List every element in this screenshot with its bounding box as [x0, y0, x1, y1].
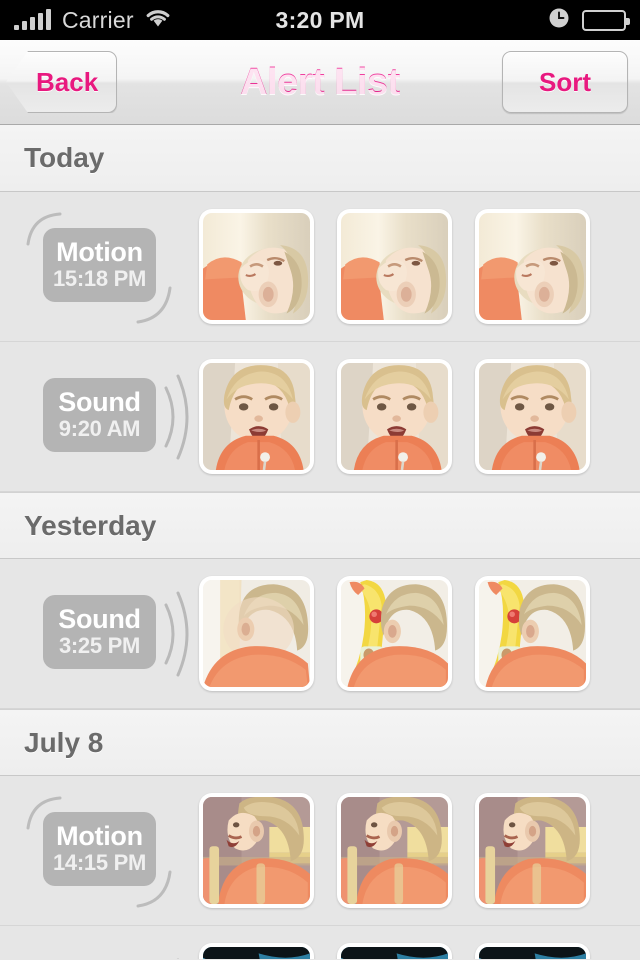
thumbnail-image — [203, 947, 310, 959]
thumbnail-image — [203, 580, 310, 687]
alert-time-label: 15:18 PM — [53, 265, 146, 291]
section-header-label: Today — [24, 142, 105, 173]
thumbnail-image — [203, 213, 310, 320]
alert-row[interactable]: Motion 14:15 PM — [0, 776, 640, 926]
alert-thumbnail[interactable] — [475, 209, 590, 324]
alert-thumbnail[interactable] — [337, 359, 452, 474]
alert-time-label: 9:20 AM — [58, 415, 141, 441]
status-bar: Carrier 3:20 PM — [0, 0, 640, 40]
alert-thumbnail-strip — [199, 359, 590, 474]
section-header-july-8: July 8 — [0, 709, 640, 776]
alert-thumbnail[interactable] — [475, 359, 590, 474]
alert-type-label: Motion — [56, 821, 143, 852]
alert-thumbnail[interactable] — [199, 209, 314, 324]
alert-thumbnail-strip — [199, 793, 590, 908]
alert-type-indicator: Sound — [0, 926, 199, 959]
app-screen: Carrier 3:20 PM Back Alert List Sort Tod… — [0, 0, 640, 960]
alert-type-indicator: Sound 3:25 PM — [0, 559, 199, 708]
status-bar-right — [548, 7, 630, 34]
alert-type-label: Motion — [56, 237, 143, 268]
alert-thumbnail[interactable] — [337, 576, 452, 691]
thumbnail-image — [341, 213, 448, 320]
thumbnail-image — [341, 797, 448, 904]
alert-thumbnail[interactable] — [337, 943, 452, 959]
navigation-bar: Back Alert List Sort — [0, 40, 640, 125]
alert-badge: Sound 9:20 AM — [43, 377, 156, 452]
thumbnail-image — [203, 363, 310, 470]
back-button-label: Back — [36, 66, 99, 97]
alert-badge: Motion 14:15 PM — [43, 811, 156, 886]
thumbnail-image — [341, 947, 448, 959]
alert-type-label: Sound — [58, 604, 141, 635]
thumbnail-image — [479, 947, 586, 959]
sort-button[interactable]: Sort — [502, 51, 628, 113]
alert-type-label: Sound — [58, 387, 141, 418]
carrier-label: Carrier — [62, 6, 134, 33]
alert-thumbnail[interactable] — [337, 793, 452, 908]
alert-row[interactable]: Sound 9:20 AM — [0, 342, 640, 492]
alert-type-indicator: Motion 14:15 PM — [0, 776, 199, 925]
alert-thumbnail[interactable] — [475, 943, 590, 959]
thumbnail-image — [203, 797, 310, 904]
status-bar-left: Carrier — [14, 8, 171, 33]
wifi-icon — [145, 8, 171, 33]
alert-thumbnail[interactable] — [199, 793, 314, 908]
alert-thumbnail-strip — [199, 576, 590, 691]
thumbnail-image — [341, 580, 448, 687]
thumbnail-image — [479, 363, 586, 470]
thumbnail-image — [341, 363, 448, 470]
alert-list[interactable]: Today Motion 15:18 PM Sound 9:20 AM Yest… — [0, 125, 640, 959]
alert-thumbnail[interactable] — [475, 793, 590, 908]
alert-thumbnail[interactable] — [199, 943, 314, 959]
thumbnail-image — [479, 797, 586, 904]
alert-thumbnail-strip — [199, 943, 590, 959]
alert-thumbnail[interactable] — [475, 576, 590, 691]
alert-thumbnail-strip — [199, 209, 590, 324]
section-header-yesterday: Yesterday — [0, 492, 640, 559]
battery-icon — [582, 9, 630, 31]
alert-badge: Sound 3:25 PM — [43, 594, 156, 669]
thumbnail-image — [479, 213, 586, 320]
thumbnail-image — [479, 580, 586, 687]
section-header-today: Today — [0, 125, 640, 192]
alarm-clock-icon — [548, 7, 570, 34]
alert-thumbnail[interactable] — [199, 576, 314, 691]
alert-row[interactable]: Sound 3:25 PM — [0, 559, 640, 709]
alert-time-label: 3:25 PM — [58, 632, 141, 658]
section-header-label: July 8 — [24, 726, 104, 758]
alert-time-label: 14:15 PM — [53, 849, 146, 875]
alert-type-indicator: Sound 9:20 AM — [0, 342, 199, 491]
alert-thumbnail[interactable] — [199, 359, 314, 474]
alert-row[interactable]: Sound — [0, 926, 640, 959]
alert-row[interactable]: Motion 15:18 PM — [0, 192, 640, 342]
alert-thumbnail[interactable] — [337, 209, 452, 324]
signal-bars-icon — [14, 9, 51, 30]
section-header-label: Yesterday — [24, 509, 157, 541]
sort-button-label: Sort — [539, 66, 591, 97]
alert-type-indicator: Motion 15:18 PM — [0, 192, 199, 341]
alert-badge: Motion 15:18 PM — [43, 227, 156, 302]
back-button[interactable]: Back — [6, 51, 118, 113]
